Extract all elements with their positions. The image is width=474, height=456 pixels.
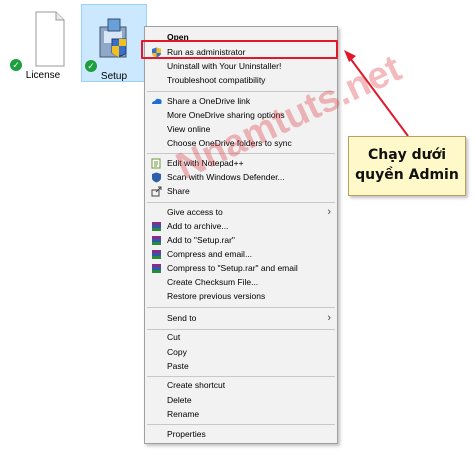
callout-line-1: Chạy dưới [367, 147, 447, 163]
callout-box: Chạy dưới quyền Admin [348, 136, 466, 196]
callout-arrow [344, 50, 409, 137]
callout-line-2: quyền Admin [355, 167, 459, 183]
